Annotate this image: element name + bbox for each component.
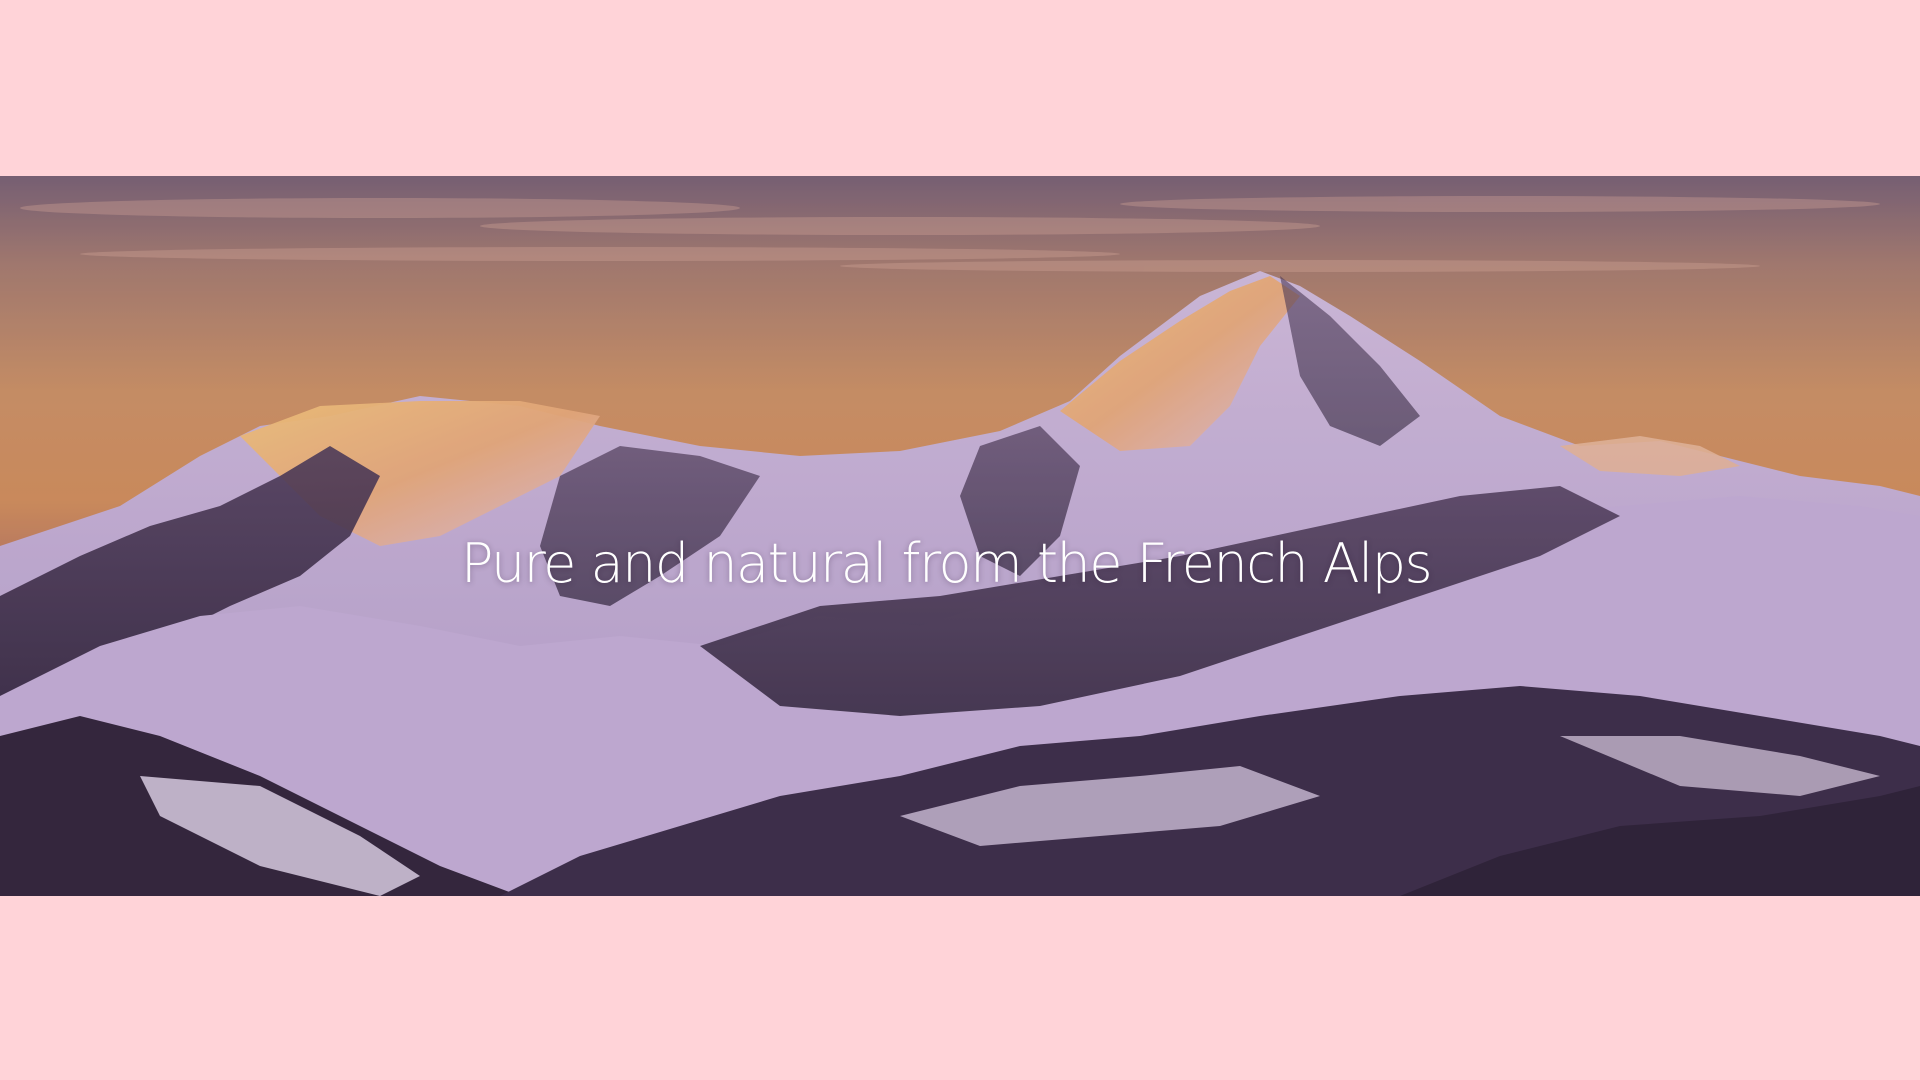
hero-headline: Pure and natural from the French Alps <box>460 532 1433 596</box>
hero-banner: Pure and natural from the French Alps <box>0 176 1920 896</box>
page: Pure and natural from the French Alps <box>0 0 1920 1080</box>
